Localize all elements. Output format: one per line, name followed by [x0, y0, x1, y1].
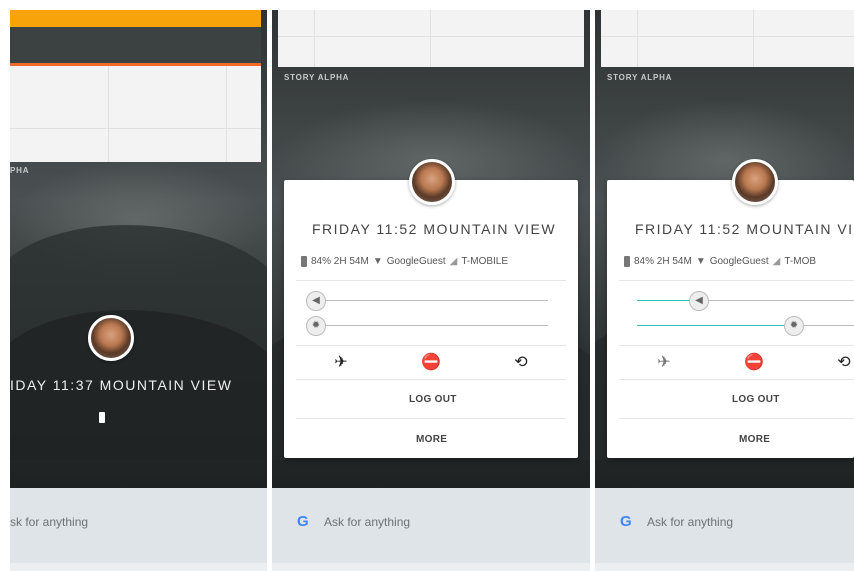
carrier-name: T-MOBILE — [461, 256, 509, 267]
do-not-disturb-icon[interactable]: ⛔ — [744, 352, 764, 372]
card-header-bar — [10, 27, 261, 63]
search-bar[interactable]: G Ask for anything — [272, 488, 590, 563]
wifi-icon: ▼ — [695, 256, 706, 267]
google-g-icon: G — [297, 513, 309, 530]
status-row: 84% 2H 54M ▼ GoogleGuest ◢ T-MOBILE — [301, 256, 508, 267]
battery-text: 84% 2H 54M — [311, 256, 369, 267]
brightness-slider-track[interactable] — [318, 325, 548, 326]
avatar[interactable] — [88, 315, 134, 361]
log-out-button[interactable]: LOG OUT — [409, 394, 457, 405]
volume-slider-track[interactable] — [699, 300, 854, 301]
brightness-icon[interactable]: ✹ — [784, 316, 804, 336]
brightness-slider-filled[interactable] — [637, 325, 794, 326]
grid-card[interactable] — [601, 10, 854, 67]
status-row: 84% 2H 54M ▼ GoogleGuest ◢ T-MOB — [624, 256, 816, 267]
search-bar[interactable]: G Ask for anything — [595, 488, 854, 563]
auto-rotate-icon[interactable]: ⟲ — [834, 352, 854, 372]
carrier-name: T-MOB — [784, 256, 817, 267]
panel-2: STORY ALPHA FRIDAY 11:52 MOUNTAIN VIEW 8… — [272, 10, 590, 571]
quick-settings-card: FRIDAY 11:52 MOUNTAIN VIEW 84% 2H 54M ▼ … — [607, 180, 854, 458]
airplane-off-icon[interactable]: ✈ — [654, 352, 674, 372]
bottom-strip — [272, 563, 590, 571]
airplane-icon[interactable]: ✈ — [331, 352, 351, 372]
wifi-icon: ▼ — [372, 256, 383, 267]
search-placeholder: Ask for anything — [647, 515, 734, 529]
battery-icon — [99, 412, 105, 423]
brightness-icon[interactable]: ✹ — [306, 316, 326, 336]
volume-slider-track[interactable] — [318, 300, 548, 301]
volume-icon[interactable]: ◀ — [306, 291, 326, 311]
panel-1: PHA IDAY 11:37 MOUNTAIN VIEW sk for anyt… — [10, 10, 267, 571]
battery-text: 84% 2H 54M — [634, 256, 692, 267]
more-button[interactable]: MORE — [416, 434, 447, 445]
date-location-title: FRIDAY 11:52 MOUNTAIN VIEW — [312, 221, 557, 237]
search-placeholder: Ask for anything — [324, 515, 411, 529]
date-location-title: FRIDAY 11:52 MOUNTAIN VIEW — [635, 221, 854, 237]
signal-icon: ◢ — [772, 256, 781, 267]
grid-card[interactable] — [10, 63, 261, 162]
grid-card[interactable] — [278, 10, 584, 67]
more-button[interactable]: MORE — [739, 434, 770, 445]
quick-settings-card: FRIDAY 11:52 MOUNTAIN VIEW 84% 2H 54M ▼ … — [284, 180, 578, 458]
bottom-strip — [10, 563, 267, 571]
search-placeholder: sk for anything — [10, 515, 89, 529]
do-not-disturb-icon[interactable]: ⛔ — [421, 352, 441, 372]
story-label: STORY ALPHA — [607, 73, 673, 82]
wifi-name: GoogleGuest — [709, 256, 769, 267]
avatar[interactable] — [732, 159, 778, 205]
story-label: STORY ALPHA — [284, 73, 350, 82]
avatar[interactable] — [409, 159, 455, 205]
lockscreen-clock: IDAY 11:37 MOUNTAIN VIEW — [10, 377, 233, 393]
panel-3: STORY ALPHA FRIDAY 11:52 MOUNTAIN VIEW 8… — [595, 10, 854, 571]
search-bar[interactable]: sk for anything — [10, 488, 267, 563]
auto-rotate-icon[interactable]: ⟲ — [511, 352, 531, 372]
google-g-icon: G — [620, 513, 632, 530]
log-out-button[interactable]: LOG OUT — [732, 394, 780, 405]
wifi-name: GoogleGuest — [386, 256, 446, 267]
battery-icon — [624, 256, 630, 267]
bottom-strip — [595, 563, 854, 571]
orange-card — [10, 10, 261, 27]
volume-icon[interactable]: ◀ — [689, 291, 709, 311]
signal-icon: ◢ — [449, 256, 458, 267]
battery-icon — [301, 256, 307, 267]
story-label: PHA — [10, 166, 30, 175]
